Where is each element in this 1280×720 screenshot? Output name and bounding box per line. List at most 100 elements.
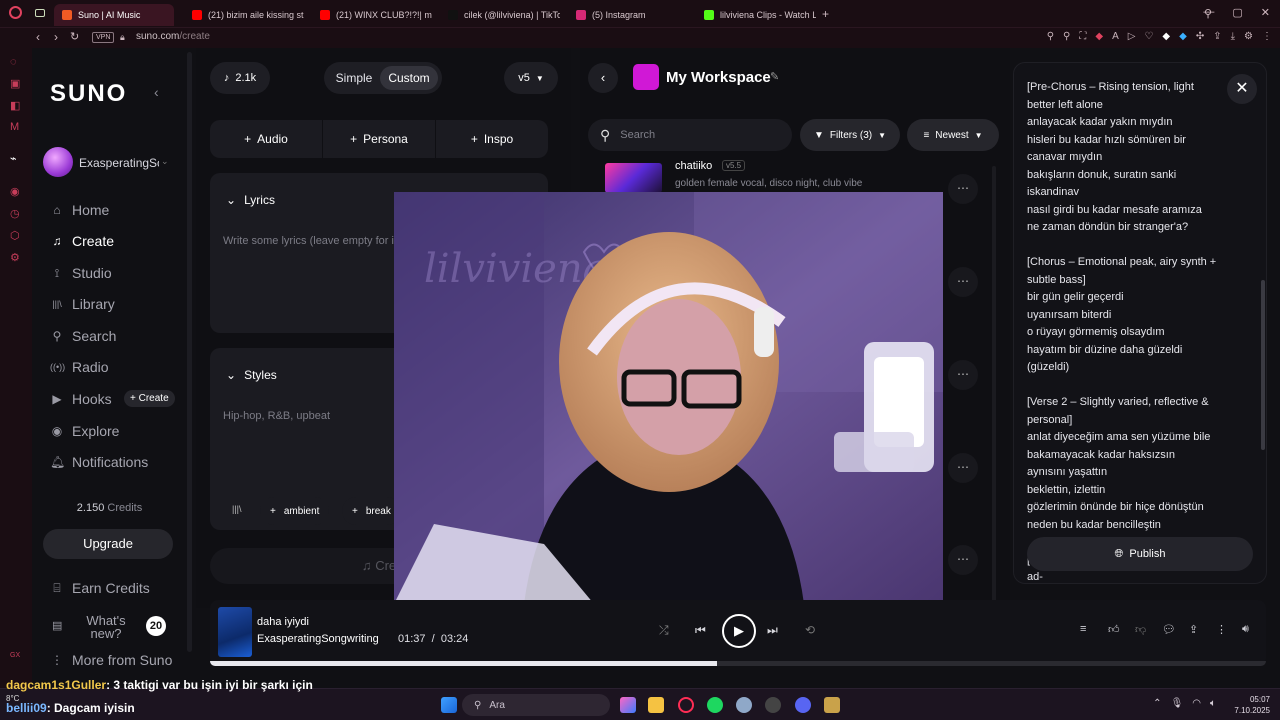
- pencil-icon[interactable]: ✎: [770, 70, 779, 83]
- thumbs-up-icon[interactable]: 👍︎: [1108, 623, 1120, 636]
- sidebar-item-search[interactable]: ⚲ Search: [50, 328, 117, 344]
- copilot-icon[interactable]: [620, 697, 636, 713]
- cube-icon[interactable]: ⬡: [10, 229, 20, 242]
- mode-simple-button[interactable]: Simple: [328, 66, 380, 90]
- song-count-pill[interactable]: ♪ 2.1k: [210, 62, 270, 94]
- maximize-icon[interactable]: ▢: [1232, 6, 1242, 19]
- version-select[interactable]: v5 ▼: [504, 62, 558, 94]
- messenger-icon[interactable]: ◧: [10, 99, 20, 112]
- opera-logo-icon[interactable]: [9, 6, 22, 19]
- forward-icon[interactable]: ›: [54, 30, 58, 44]
- shield-icon[interactable]: ◆: [1095, 31, 1103, 42]
- previous-icon[interactable]: ⏮: [695, 623, 706, 638]
- volume-icon[interactable]: 🔊︎: [1242, 623, 1249, 636]
- hooks-create-button[interactable]: + Create: [124, 390, 175, 407]
- sidebar-item-studio[interactable]: ⟟ Studio: [50, 265, 112, 281]
- styles-toggle[interactable]: ⌄ Styles: [226, 368, 277, 382]
- back-icon[interactable]: ‹: [36, 30, 40, 44]
- chevron-down-icon[interactable]: ⌄: [161, 156, 169, 167]
- track-title[interactable]: daha iyiydi: [257, 616, 309, 628]
- history-icon[interactable]: ◷: [10, 207, 20, 220]
- share-icon[interactable]: ⇪: [1189, 623, 1198, 636]
- browser-tab[interactable]: Suno | AI Music: [54, 4, 174, 26]
- workspace-icon[interactable]: ⌁: [10, 152, 17, 165]
- url-field[interactable]: suno.com/create: [136, 31, 210, 42]
- close-icon[interactable]: ✕: [1227, 74, 1257, 104]
- close-window-icon[interactable]: ✕: [1261, 6, 1270, 19]
- minimize-icon[interactable]: —: [1203, 6, 1214, 19]
- comment-icon[interactable]: 💬︎: [1162, 623, 1176, 636]
- workspace-scrollbar[interactable]: [992, 166, 996, 606]
- chevron-up-icon[interactable]: ⌃: [1153, 698, 1161, 709]
- style-chip-ambient[interactable]: + ambient: [260, 497, 330, 525]
- reload-icon[interactable]: ↻: [70, 30, 79, 43]
- vpn-badge[interactable]: VPN: [92, 32, 115, 43]
- workspace-search-input[interactable]: ⚲ Search: [588, 119, 792, 151]
- microphone-icon[interactable]: 🎙︎: [1171, 698, 1184, 709]
- share-icon[interactable]: ⇪: [1213, 31, 1221, 42]
- song-more-button[interactable]: ⋯: [948, 453, 978, 483]
- sidebar-item-create[interactable]: ♫ Create: [50, 233, 115, 249]
- song-more-button[interactable]: ⋯: [948, 360, 978, 390]
- settings-icon[interactable]: ⚙: [10, 251, 20, 264]
- speaker-icon[interactable]: 🔈︎: [1210, 698, 1216, 709]
- collapse-sidebar-icon[interactable]: ‹: [154, 84, 159, 100]
- play-button[interactable]: ▶: [722, 614, 756, 648]
- windows-start-icon[interactable]: [441, 697, 457, 713]
- aria-icon[interactable]: ◌: [10, 56, 17, 68]
- song-more-button[interactable]: ⋯: [948, 267, 978, 297]
- more-from-suno-link[interactable]: ⋮ More from Suno: [50, 652, 172, 668]
- discord-icon[interactable]: [795, 697, 811, 713]
- song-thumbnail[interactable]: [605, 163, 662, 193]
- lyrics-scrollbar[interactable]: [1261, 280, 1265, 450]
- styles-input[interactable]: Hip-hop, R&B, upbeat: [223, 410, 330, 422]
- extension-icon[interactable]: ◆: [1179, 31, 1187, 42]
- thumbs-down-icon[interactable]: 👎︎: [1135, 623, 1146, 636]
- upgrade-button[interactable]: Upgrade: [43, 529, 173, 559]
- track-author[interactable]: ExasperatingSongwriting: [257, 633, 383, 645]
- browser-tab[interactable]: (21) WINX CLUB?!?!| man: [312, 4, 432, 26]
- sidebar-item-library[interactable]: |||\ Library: [50, 296, 115, 312]
- translate-icon[interactable]: A: [1112, 31, 1119, 42]
- zoom-icon[interactable]: ⚲: [1047, 31, 1054, 42]
- style-chip-break[interactable]: + break: [342, 497, 401, 525]
- download-icon[interactable]: ⤓: [1231, 31, 1235, 42]
- avatar[interactable]: [43, 147, 73, 177]
- browser-tab[interactable]: cilek (@lilviviena) | TikTok: [440, 4, 560, 26]
- song-title[interactable]: chatiiko: [675, 160, 712, 172]
- filters-button[interactable]: ▼ Filters (3) ▼: [800, 119, 900, 151]
- sidebar-item-hooks[interactable]: ▶ Hooks: [50, 391, 111, 407]
- track-cover[interactable]: [218, 607, 252, 657]
- pin-icon[interactable]: ⚲: [1063, 31, 1070, 42]
- extension-icon[interactable]: ◆: [1162, 31, 1170, 42]
- mode-custom-button[interactable]: Custom: [380, 66, 438, 90]
- library-icon[interactable]: |||\: [232, 504, 242, 514]
- workspace-title[interactable]: My Workspace: [666, 69, 771, 86]
- browser-tab[interactable]: (21) bizim aile kissing stra: [184, 4, 304, 26]
- heart-icon[interactable]: ♡: [1144, 31, 1153, 42]
- wifi-icon[interactable]: ◠: [1192, 698, 1201, 709]
- earn-credits-link[interactable]: ⌸ Earn Credits: [50, 580, 149, 596]
- file-explorer-icon[interactable]: [648, 697, 664, 713]
- sidebar-scrollbar[interactable]: [187, 52, 192, 652]
- username[interactable]: ExasperatingSo: [79, 156, 159, 170]
- spotify-icon[interactable]: [707, 697, 723, 713]
- lyrics-toggle[interactable]: ⌄ Lyrics: [226, 193, 275, 207]
- repeat-icon[interactable]: ⟲: [805, 623, 815, 637]
- settings-icon[interactable]: ⚙: [1244, 31, 1253, 42]
- puzzle-icon[interactable]: ✣: [1196, 31, 1204, 42]
- app-icon[interactable]: [824, 697, 840, 713]
- sidebar-item-home[interactable]: ⌂ Home: [50, 202, 109, 218]
- add-audio-button[interactable]: + Audio: [210, 120, 323, 158]
- more-vertical-icon[interactable]: ⋮: [1216, 623, 1227, 636]
- add-inspo-button[interactable]: + Inspo: [436, 120, 548, 158]
- song-more-button[interactable]: ⋯: [948, 545, 978, 575]
- suno-logo[interactable]: SUNO: [50, 80, 127, 108]
- workspace-back-button[interactable]: ‹: [588, 63, 618, 93]
- player-icon[interactable]: ◉: [10, 185, 20, 198]
- lyrics-input[interactable]: Write some lyrics (leave empty for i: [223, 235, 394, 247]
- whats-new-link[interactable]: What's new?: [86, 614, 126, 640]
- add-persona-button[interactable]: + Persona: [323, 120, 436, 158]
- browser-tab[interactable]: lilviviena Clips - Watch Li: [696, 4, 816, 26]
- song-more-button[interactable]: ⋯: [948, 174, 978, 204]
